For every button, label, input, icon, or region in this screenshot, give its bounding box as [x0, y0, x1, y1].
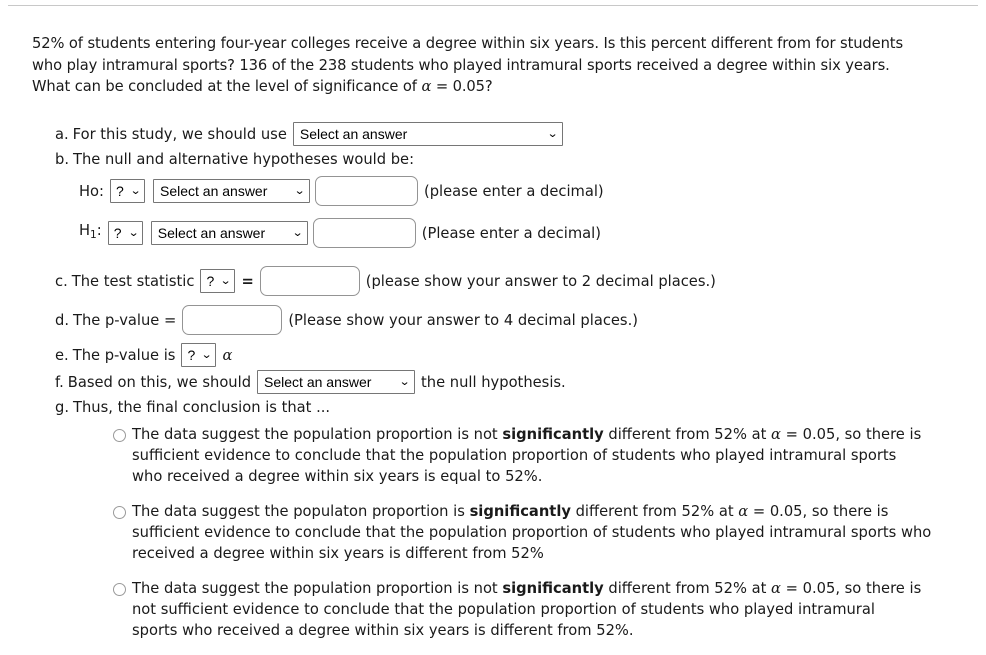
test-statistic-hint: (please show your answer to 2 decimal pl…	[365, 272, 716, 290]
null-hypothesis-hint: (please enter a decimal)	[423, 182, 604, 200]
conclusion-choices: The data suggest the population proporti…	[113, 424, 953, 655]
chevron-down-icon: ⌄	[293, 184, 306, 197]
alpha-symbol: α	[738, 503, 749, 520]
problem-statement: 52% of students entering four-year colle…	[32, 33, 912, 98]
choice-3-seg1: The data suggest the population proporti…	[132, 580, 503, 597]
part-g-label: Thus, the final conclusion is that ...	[73, 399, 331, 416]
part-e-label: The p-value is	[72, 346, 176, 364]
null-hypothesis-symbol-value: ?	[115, 183, 124, 199]
choice-option-3[interactable]: The data suggest the population proporti…	[113, 578, 953, 641]
alt-hypothesis-hint: (Please enter a decimal)	[421, 224, 601, 242]
alt-hypothesis-label-sub: 1	[90, 228, 97, 241]
decision-select[interactable]: Select an answer ⌄	[257, 370, 416, 394]
choice-2-seg2: different from 52% at	[570, 503, 739, 520]
part-g: g. Thus, the final conclusion is that ..…	[55, 397, 955, 418]
chevron-down-icon: ⌄	[220, 274, 232, 287]
p-value-hint: (Please show your answer to 4 decimal pl…	[288, 311, 638, 329]
part-a: a. For this study, we should use Select …	[55, 122, 955, 146]
radio-button-3[interactable]	[113, 583, 126, 596]
alt-hypothesis-label-base: H	[79, 222, 91, 240]
p-value-input[interactable]	[182, 305, 283, 335]
part-c-marker: c.	[55, 272, 68, 290]
alt-hypothesis-label-colon: :	[96, 222, 102, 240]
alpha-symbol: α	[222, 346, 233, 364]
part-a-marker: a.	[55, 125, 69, 143]
choice-2-seg1: The data suggest the populaton proportio…	[132, 503, 470, 520]
part-e-marker: e.	[55, 346, 69, 364]
part-d-label: The p-value =	[73, 311, 177, 329]
part-d-marker: d.	[55, 311, 69, 329]
part-f: f. Based on this, we should Select an an…	[55, 370, 955, 394]
chevron-down-icon: ⌄	[201, 348, 213, 361]
part-c: c. The test statistic ? ⌄ = (please show…	[55, 266, 955, 296]
part-a-label: For this study, we should use	[72, 125, 287, 143]
study-type-select-value: Select an answer	[299, 126, 408, 142]
choice-1-seg2: different from 52% at	[603, 426, 772, 443]
chevron-down-icon: ⌄	[129, 184, 142, 197]
choice-option-1-text: The data suggest the population proporti…	[132, 424, 922, 487]
choice-2-bold: significantly	[469, 503, 571, 520]
chevron-down-icon: ⌄	[398, 375, 411, 388]
alpha-symbol: α	[421, 78, 432, 95]
part-f-label-pre: Based on this, we should	[67, 373, 252, 391]
null-hypothesis-label: Ho:	[79, 182, 104, 200]
part-d: d. The p-value = (Please show your answe…	[55, 305, 955, 335]
horizontal-divider	[8, 5, 978, 6]
null-hypothesis-relation-value: Select an answer	[159, 183, 268, 199]
choice-option-1[interactable]: The data suggest the population proporti…	[113, 424, 953, 487]
alpha-symbol: α	[771, 426, 781, 443]
null-hypothesis-relation-select[interactable]: Select an answer ⌄	[152, 179, 310, 203]
decision-select-value: Select an answer	[264, 374, 372, 390]
part-f-label-post: the null hypothesis.	[421, 373, 566, 391]
alt-hypothesis-label: H1:	[79, 220, 102, 246]
null-hypothesis-value-input[interactable]	[314, 176, 418, 206]
chevron-down-icon: ⌄	[291, 226, 303, 239]
p-value-comparison-select[interactable]: ? ⌄	[181, 343, 217, 367]
part-f-marker: f.	[55, 373, 64, 391]
part-e: e. The p-value is ? ⌄ α	[55, 343, 955, 367]
test-statistic-symbol-value: ?	[206, 273, 215, 289]
choice-1-seg1: The data suggest the population proporti…	[132, 426, 503, 443]
alt-hypothesis-value-input[interactable]	[312, 218, 416, 248]
chevron-down-icon: ⌄	[127, 226, 139, 239]
question-parts: a. For this study, we should use Select …	[55, 122, 955, 418]
choice-3-bold: significantly	[502, 580, 604, 597]
alt-hypothesis-relation-select[interactable]: Select an answer ⌄	[150, 221, 308, 245]
part-b-marker: b.	[55, 151, 69, 168]
study-type-select[interactable]: Select an answer ⌄	[292, 122, 563, 146]
choice-1-bold: significantly	[502, 426, 604, 443]
alt-hypothesis-relation-value: Select an answer	[157, 225, 266, 241]
part-c-label: The test statistic	[71, 272, 195, 290]
test-statistic-input[interactable]	[259, 266, 360, 296]
choice-3-seg2: different from 52% at	[603, 580, 772, 597]
choice-option-2[interactable]: The data suggest the populaton proportio…	[113, 501, 953, 564]
part-g-marker: g.	[55, 399, 69, 416]
choice-option-3-text: The data suggest the population proporti…	[132, 578, 922, 641]
p-value-comparison-value: ?	[187, 347, 196, 363]
alt-hypothesis-symbol-select[interactable]: ? ⌄	[107, 221, 143, 245]
radio-button-1[interactable]	[113, 429, 126, 442]
alt-hypothesis-symbol-value: ?	[113, 225, 122, 241]
chevron-down-icon: ⌄	[546, 127, 559, 140]
null-hypothesis-symbol-select[interactable]: ? ⌄	[109, 179, 145, 203]
part-b: b. The null and alternative hypotheses w…	[55, 149, 955, 170]
problem-statement-line-1: 52% of students entering four-year colle…	[32, 35, 811, 52]
test-statistic-symbol-select[interactable]: ? ⌄	[200, 269, 236, 293]
choice-option-2-text: The data suggest the populaton proportio…	[132, 501, 932, 564]
test-statistic-equals: =	[241, 272, 254, 290]
alpha-symbol: α	[771, 580, 781, 597]
problem-statement-line-3-post: = 0.05?	[431, 78, 493, 95]
part-b-label: The null and alternative hypotheses woul…	[73, 151, 415, 168]
radio-button-2[interactable]	[113, 506, 126, 519]
null-hypothesis-row: Ho: ? ⌄ Select an answer ⌄ (please enter…	[79, 176, 955, 206]
alt-hypothesis-row: H1: ? ⌄ Select an answer ⌄ (Please enter…	[79, 218, 955, 248]
question-page: 52% of students entering four-year colle…	[0, 0, 986, 639]
